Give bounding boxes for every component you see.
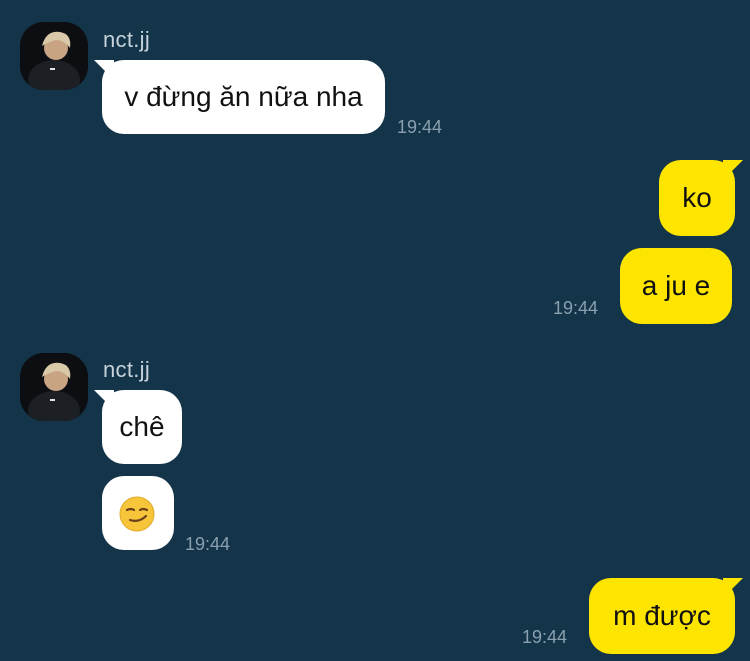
message-text: chê — [119, 411, 165, 442]
message-timestamp: 19:44 — [185, 534, 231, 554]
message-timestamp: 19:44 — [553, 298, 599, 318]
avatar[interactable] — [20, 353, 88, 421]
bubble-tail — [94, 60, 114, 80]
message-bubble-outgoing[interactable]: a ju e — [620, 248, 732, 324]
message-timestamp: 19:44 — [397, 117, 443, 137]
message-bubble-outgoing[interactable]: ko — [659, 160, 743, 236]
bubble-tail — [723, 160, 743, 180]
message-bubble-incoming[interactable]: v đừng ăn nữa nha — [94, 60, 385, 134]
message-text: a ju e — [641, 270, 711, 301]
sender-name: nct.jj — [103, 357, 151, 382]
message-text: m được — [613, 600, 711, 631]
sender-name: nct.jj — [103, 27, 151, 52]
smirking-face-emoji — [119, 496, 155, 532]
bubble-tail — [94, 390, 114, 410]
message-bubble-incoming[interactable]: chê — [94, 390, 182, 464]
bubble-tail — [723, 578, 743, 598]
avatar[interactable] — [20, 22, 88, 90]
message-text: ko — [682, 182, 712, 213]
message-timestamp: 19:44 — [522, 627, 568, 647]
message-bubble-incoming[interactable] — [102, 476, 174, 550]
message-text: v đừng ăn nữa nha — [124, 81, 363, 112]
message-bubble-outgoing[interactable]: m được — [589, 578, 743, 654]
